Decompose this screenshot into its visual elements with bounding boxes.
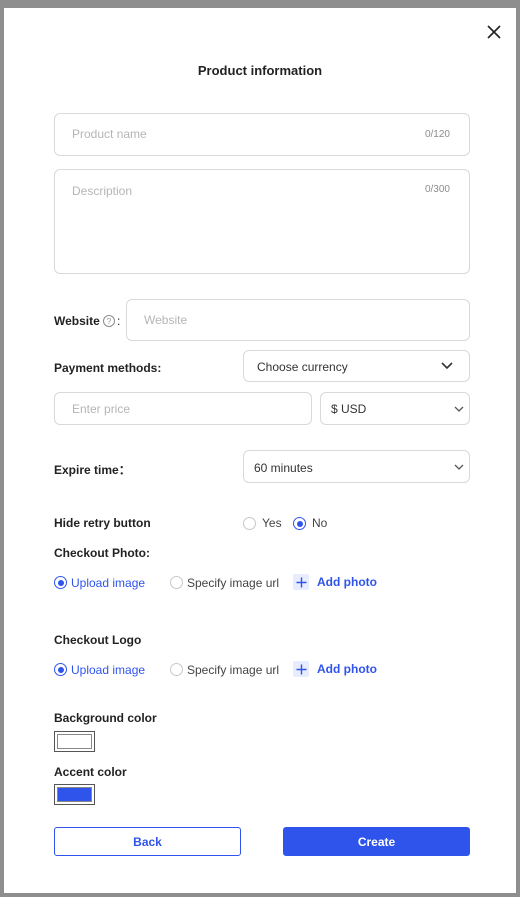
logo-upload-radio[interactable] <box>54 663 67 676</box>
expire-time-value: 60 minutes <box>254 461 313 475</box>
description-textarea[interactable]: Description 0/300 <box>54 169 470 274</box>
background-color-label: Background color <box>54 711 157 725</box>
add-logo-button[interactable] <box>293 661 309 677</box>
product-name-placeholder: Product name <box>72 127 147 141</box>
close-button[interactable] <box>484 22 504 42</box>
checkout-photo-label: Checkout Photo: <box>54 546 150 560</box>
website-placeholder: Website <box>144 313 188 327</box>
photo-upload-radio[interactable] <box>54 576 67 589</box>
website-colon: : <box>117 314 121 328</box>
plus-icon <box>296 577 306 587</box>
logo-upload-label[interactable]: Upload image <box>71 663 145 677</box>
chevron-down-icon <box>454 406 464 412</box>
choose-currency-select[interactable]: Choose currency <box>243 350 470 382</box>
price-input[interactable]: Enter price <box>54 392 312 425</box>
price-placeholder: Enter price <box>72 402 131 416</box>
website-input[interactable]: Website <box>126 299 470 341</box>
accent-color-fill <box>57 787 92 802</box>
hide-retry-no-label[interactable]: No <box>312 516 327 530</box>
accent-color-swatch[interactable] <box>54 784 95 805</box>
expire-time-select[interactable]: 60 minutes <box>243 450 470 483</box>
chevron-down-icon <box>454 464 464 470</box>
modal-title: Product information <box>197 63 323 78</box>
logo-url-radio[interactable] <box>170 663 183 676</box>
hide-retry-yes-radio[interactable] <box>243 517 256 530</box>
accent-color-label: Accent color <box>54 765 127 779</box>
add-photo-button[interactable] <box>293 574 309 590</box>
product-information-modal: Product information Product name 0/120 D… <box>4 8 516 893</box>
photo-upload-label[interactable]: Upload image <box>71 576 145 590</box>
checkout-logo-label: Checkout Logo <box>54 633 142 647</box>
product-name-counter: 0/120 <box>424 129 450 140</box>
description-placeholder: Description <box>72 184 133 198</box>
expire-time-label: Expire time： <box>54 463 131 477</box>
photo-url-label[interactable]: Specify image url <box>187 576 279 590</box>
create-button[interactable]: Create <box>283 827 470 856</box>
close-icon <box>487 25 501 39</box>
plus-icon <box>296 664 306 674</box>
logo-url-label[interactable]: Specify image url <box>187 663 279 677</box>
product-name-input[interactable]: Product name 0/120 <box>54 113 470 156</box>
add-photo-label[interactable]: Add photo <box>317 575 377 589</box>
hide-retry-yes-label[interactable]: Yes <box>262 516 282 530</box>
chevron-down-icon <box>441 362 453 370</box>
background-color-fill <box>57 734 92 749</box>
question-circle-icon[interactable]: ? <box>103 315 115 327</box>
photo-url-radio[interactable] <box>170 576 183 589</box>
hide-retry-label: Hide retry button <box>54 516 151 530</box>
hide-retry-no-radio[interactable] <box>293 517 306 530</box>
description-counter: 0/300 <box>424 184 450 195</box>
background-color-swatch[interactable] <box>54 731 95 752</box>
back-button[interactable]: Back <box>54 827 241 856</box>
website-label: Website <box>54 314 100 328</box>
add-logo-label[interactable]: Add photo <box>317 662 377 676</box>
choose-currency-value: Choose currency <box>257 360 348 374</box>
currency-value: $ USD <box>331 402 367 416</box>
payment-methods-label: Payment methods: <box>54 361 162 375</box>
currency-select[interactable]: $ USD <box>320 392 470 425</box>
